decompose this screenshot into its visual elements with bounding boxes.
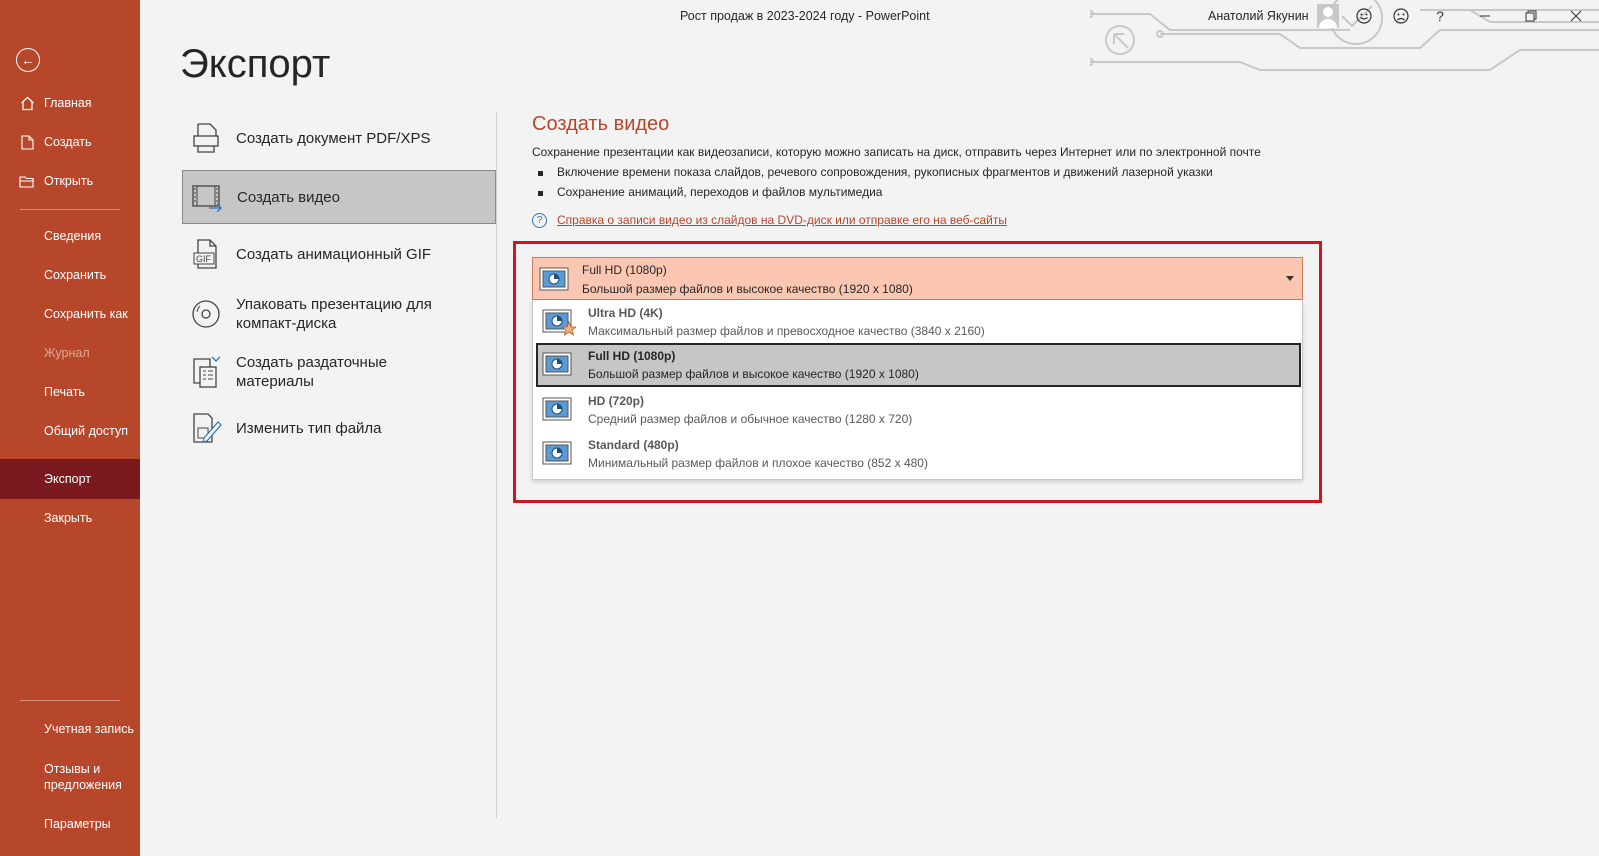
section-title: Создать видео bbox=[532, 113, 670, 135]
export-change-type-label: Изменить тип файла bbox=[236, 419, 382, 437]
quality-option-desc: Минимальный размер файлов и плохое качес… bbox=[588, 456, 928, 470]
help-button[interactable]: ? bbox=[1429, 6, 1451, 26]
nav-history-label: Журнал bbox=[44, 346, 90, 360]
nav-options-label: Параметры bbox=[44, 817, 111, 831]
backstage-nav: ← Главная Создать Открыть Сведения Сохра… bbox=[0, 0, 140, 856]
cd-disc-icon bbox=[188, 296, 224, 332]
restore-icon[interactable] bbox=[1520, 6, 1542, 26]
export-create-video[interactable]: Создать видео bbox=[182, 170, 496, 224]
page-title: Экспорт bbox=[180, 42, 331, 86]
nav-share[interactable]: Общий доступ bbox=[0, 413, 140, 449]
back-arrow-icon[interactable]: ← bbox=[16, 48, 40, 72]
nav-new-label: Создать bbox=[44, 135, 92, 149]
panel-divider bbox=[496, 112, 497, 818]
bullet-text: Включение времени показа слайдов, речево… bbox=[557, 165, 1213, 179]
quality-480p-icon bbox=[542, 440, 572, 471]
quality-option-desc: Большой размер файлов и высокое качество… bbox=[588, 367, 919, 381]
window-title: Рост продаж в 2023-2024 году - PowerPoin… bbox=[680, 9, 930, 23]
svg-text:GIF: GIF bbox=[196, 254, 212, 264]
nav-info[interactable]: Сведения bbox=[0, 218, 140, 254]
nav-home-label: Главная bbox=[44, 96, 92, 110]
nav-history: Журнал bbox=[0, 335, 140, 371]
nav-save[interactable]: Сохранить bbox=[0, 257, 140, 293]
nav-export[interactable]: Экспорт bbox=[0, 459, 140, 499]
export-handouts-label: Создать раздаточные материалы bbox=[236, 354, 387, 390]
nav-save-as-label: Сохранить как bbox=[44, 307, 128, 321]
export-pdf-xps[interactable]: Создать документ PDF/XPS bbox=[182, 118, 496, 158]
home-icon bbox=[19, 95, 35, 111]
quality-option-name: Full HD (1080p) bbox=[588, 349, 676, 363]
chevron-down-icon[interactable] bbox=[1286, 276, 1294, 281]
quality-option-desc: Максимальный размер файлов и превосходно… bbox=[588, 324, 985, 338]
help-link[interactable]: Справка о записи видео из слайдов на DVD… bbox=[557, 213, 1007, 227]
export-change-file-type[interactable]: Изменить тип файла bbox=[182, 408, 496, 448]
nav-close[interactable]: Закрыть bbox=[0, 500, 140, 536]
quality-1080p-icon bbox=[542, 351, 572, 382]
nav-open[interactable]: Открыть bbox=[0, 163, 140, 199]
pdf-document-icon bbox=[188, 120, 224, 156]
quality-option-name: HD (720p) bbox=[588, 394, 645, 408]
nav-close-label: Закрыть bbox=[44, 511, 93, 525]
presentation-quality-icon bbox=[539, 266, 569, 297]
smile-icon[interactable] bbox=[1353, 6, 1375, 26]
user-name[interactable]: Анатолий Якунин bbox=[1208, 9, 1309, 23]
quality-option-name: Ultra HD (4K) bbox=[588, 306, 663, 320]
quality-option-desc: Средний размер файлов и обычное качество… bbox=[588, 412, 913, 426]
nav-feedback-label: Отзывы и предложения bbox=[44, 762, 122, 792]
selected-quality-name: Full HD (1080p) bbox=[582, 263, 667, 277]
video-film-icon bbox=[189, 179, 225, 215]
export-pdf-label: Создать документ PDF/XPS bbox=[236, 129, 431, 147]
quality-options-list: Ultra HD (4K) Максимальный размер файлов… bbox=[532, 300, 1303, 480]
quality-option-name: Standard (480p) bbox=[588, 438, 679, 452]
quality-option-720p[interactable]: HD (720p) Средний размер файлов и обычно… bbox=[536, 388, 1301, 430]
nav-account[interactable]: Учетная запись bbox=[0, 711, 140, 747]
bullet-item: Сохранение анимаций, переходов и файлов … bbox=[538, 185, 882, 199]
nav-account-label: Учетная запись bbox=[44, 722, 135, 736]
new-document-icon bbox=[19, 134, 35, 150]
nav-export-label: Экспорт bbox=[44, 472, 91, 486]
nav-divider bbox=[20, 700, 120, 701]
export-video-label: Создать видео bbox=[237, 188, 340, 206]
bullet-text: Сохранение анимаций, переходов и файлов … bbox=[557, 185, 883, 199]
export-animated-gif[interactable]: GIF Создать анимационный GIF bbox=[182, 234, 496, 274]
nav-share-label: Общий доступ bbox=[44, 424, 128, 438]
nav-save-label: Сохранить bbox=[44, 268, 107, 282]
minimize-icon[interactable] bbox=[1474, 6, 1496, 26]
export-package-cd[interactable]: Упаковать презентацию для компакт-диска bbox=[182, 292, 496, 336]
nav-save-as[interactable]: Сохранить как bbox=[0, 296, 140, 332]
video-quality-dropdown[interactable]: Full HD (1080p) Большой размер файлов и … bbox=[532, 257, 1303, 300]
selected-quality-desc: Большой размер файлов и высокое качество… bbox=[582, 282, 913, 296]
gif-icon: GIF bbox=[188, 236, 224, 272]
folder-icon bbox=[19, 173, 35, 189]
export-package-label: Упаковать презентацию для компакт-диска bbox=[236, 296, 432, 332]
frown-icon[interactable] bbox=[1390, 6, 1412, 26]
nav-new[interactable]: Создать bbox=[0, 124, 140, 160]
close-icon[interactable] bbox=[1565, 6, 1587, 26]
nav-divider bbox=[20, 209, 120, 210]
quality-720p-icon bbox=[542, 396, 572, 427]
nav-feedback[interactable]: Отзывы и предложения bbox=[0, 757, 125, 797]
nav-open-label: Открыть bbox=[44, 174, 94, 188]
quality-option-480p[interactable]: Standard (480p) Минимальный размер файло… bbox=[536, 432, 1301, 474]
export-handouts[interactable]: Создать раздаточные материалы bbox=[182, 350, 496, 394]
bullet-item: Включение времени показа слайдов, речево… bbox=[538, 165, 1213, 179]
quality-option-1080p[interactable]: Full HD (1080p) Большой размер файлов и … bbox=[536, 343, 1301, 387]
nav-home[interactable]: Главная bbox=[0, 85, 140, 121]
change-file-type-icon bbox=[188, 410, 224, 446]
quality-4k-icon bbox=[542, 308, 578, 341]
nav-print-label: Печать bbox=[44, 385, 85, 399]
nav-info-label: Сведения bbox=[44, 229, 102, 243]
nav-options[interactable]: Параметры bbox=[0, 806, 140, 842]
quality-option-4k[interactable]: Ultra HD (4K) Максимальный размер файлов… bbox=[536, 300, 1301, 342]
handouts-icon bbox=[188, 354, 224, 390]
avatar[interactable] bbox=[1317, 4, 1339, 28]
help-question-icon: ? bbox=[532, 213, 547, 228]
section-description: Сохранение презентации как видеозаписи, … bbox=[532, 145, 1261, 159]
nav-print[interactable]: Печать bbox=[0, 374, 140, 410]
export-gif-label: Создать анимационный GIF bbox=[236, 245, 432, 263]
